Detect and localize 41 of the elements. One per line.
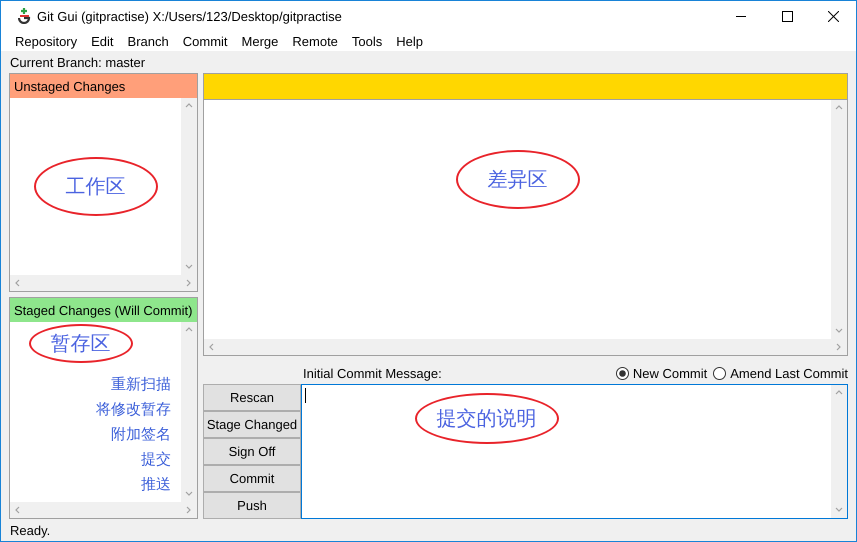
annotation-label: 差异区 bbox=[456, 150, 580, 209]
action-button[interactable]: Commit bbox=[203, 465, 301, 492]
status-text: Ready. bbox=[10, 522, 50, 538]
annotation-label: 工作区 bbox=[34, 157, 158, 216]
menu-item[interactable]: Branch bbox=[120, 32, 176, 50]
action-button[interactable]: Sign Off bbox=[203, 438, 301, 465]
annotation-label: 将修改暂存 bbox=[96, 400, 171, 420]
close-icon bbox=[828, 10, 838, 22]
maximize-icon bbox=[782, 10, 792, 22]
vertical-scrollbar[interactable] bbox=[831, 100, 847, 339]
current-branch-label: Current Branch: master bbox=[10, 54, 146, 70]
annotation-label: 重新扫描 bbox=[111, 375, 171, 395]
horizontal-scrollbar[interactable] bbox=[10, 275, 197, 291]
action-button[interactable]: Stage Changed bbox=[203, 411, 301, 438]
annotation-label: 提交 bbox=[141, 450, 171, 470]
commit-mode-radio[interactable]: New Commit bbox=[616, 366, 708, 381]
menu-item[interactable]: Remote bbox=[285, 32, 345, 50]
vertical-scrollbar[interactable] bbox=[181, 98, 197, 275]
menu-item[interactable]: Repository bbox=[8, 32, 84, 50]
menu-item[interactable]: Help bbox=[389, 32, 430, 50]
annotation-label: 提交的说明 bbox=[414, 393, 558, 444]
menu-item[interactable]: Tools bbox=[344, 32, 390, 50]
commit-mode-radio[interactable]: Amend Last Commit bbox=[713, 366, 848, 381]
commit-message-label: Initial Commit Message: bbox=[303, 366, 443, 381]
menu-item[interactable]: Edit bbox=[84, 32, 121, 50]
annotation-label: 附加签名 bbox=[111, 425, 171, 445]
menu-item[interactable]: Commit bbox=[176, 32, 235, 50]
vertical-scrollbar[interactable] bbox=[831, 385, 847, 518]
horizontal-scrollbar[interactable] bbox=[204, 339, 847, 355]
commit-message-field[interactable]: 提交的说明 bbox=[301, 384, 848, 519]
action-button[interactable]: Push bbox=[203, 492, 301, 519]
vertical-scrollbar[interactable] bbox=[181, 322, 197, 502]
staged-changes-header: Staged Changes (Will Commit) bbox=[10, 298, 197, 322]
annotation-label: 暂存区 bbox=[28, 324, 132, 363]
git-logo-icon bbox=[18, 8, 31, 24]
action-button[interactable]: Rescan bbox=[203, 384, 301, 411]
menu-item[interactable]: Merge bbox=[234, 32, 286, 50]
annotation-label: 推送 bbox=[141, 475, 171, 495]
window-title: Git Gui (gitpractise) X:/Users/123/Desktop/gitpractise bbox=[36, 8, 343, 24]
unstaged-changes-header: Unstaged Changes bbox=[10, 74, 197, 98]
horizontal-scrollbar[interactable] bbox=[10, 502, 197, 518]
